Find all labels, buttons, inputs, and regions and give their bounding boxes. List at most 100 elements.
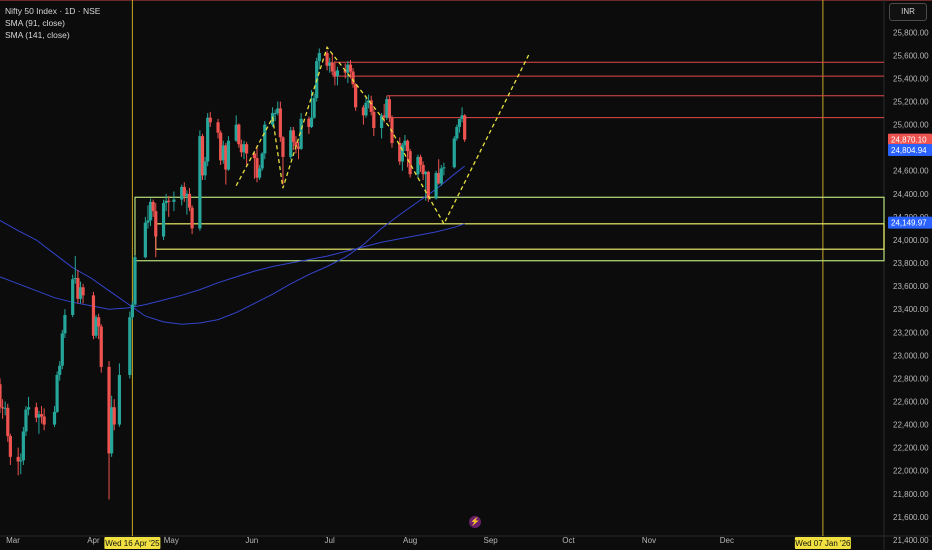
date-marker-label: Wed 07 Jan '26 (795, 539, 851, 548)
sma-91-badge-text: 24,804.94 (891, 146, 927, 155)
x-tick-label: Dec (720, 536, 734, 545)
y-tick-label: 25,200.00 (893, 98, 929, 107)
candle-body (60, 333, 64, 366)
candle-body (426, 171, 430, 199)
candle-body (208, 117, 212, 123)
candle-body (151, 201, 155, 212)
candle-body (418, 156, 423, 165)
candle-body (97, 317, 101, 327)
candle-body (71, 279, 75, 315)
candle-body (312, 98, 316, 118)
candle-body (63, 314, 67, 334)
green-support-zone (134, 196, 885, 262)
candle-body (203, 161, 207, 176)
candle-body (273, 113, 277, 115)
y-tick-label: 25,400.00 (893, 74, 929, 83)
x-tick-label: Nov (642, 536, 656, 545)
candle-body (6, 407, 10, 437)
y-tick-label: 23,200.00 (893, 328, 929, 337)
sma-lines (0, 165, 466, 325)
x-tick-label: Apr (87, 536, 100, 545)
currency-button[interactable]: INR (889, 3, 927, 21)
x-tick-label: Oct (562, 536, 575, 545)
candle-body (237, 124, 241, 145)
candle-body (143, 222, 147, 258)
candle-body (351, 71, 355, 85)
candle-body (260, 153, 264, 169)
y-tick-label: 24,600.00 (893, 167, 929, 176)
x-tick-label: Sep (484, 536, 499, 545)
candle-body (154, 211, 158, 237)
y-tick-label: 21,400.00 (893, 536, 929, 545)
x-axis[interactable]: Mar Apr May Jun Jul Aug Sep Oct Nov Dec Wed 16 Apr… (6, 536, 851, 549)
y-tick-label: 22,800.00 (893, 374, 929, 383)
sma-141-line (0, 223, 465, 310)
y-tick-label: 23,000.00 (893, 351, 929, 360)
candle-body (291, 130, 295, 142)
legend-sma-91[interactable]: SMA (91, close) (5, 18, 65, 29)
legend-title[interactable]: Nifty 50 Index · 1D · NSE (5, 6, 100, 17)
lightning-icon[interactable]: ⚡ (469, 516, 481, 528)
zones (134, 61, 885, 262)
candle-body (354, 84, 358, 108)
x-tick-label: Jun (245, 536, 258, 545)
y-tick-label: 22,600.00 (893, 397, 929, 406)
candle-body (206, 117, 210, 162)
date-marker-label: Wed 16 Apr '25 (105, 539, 160, 548)
candle-body (387, 99, 391, 118)
price-chart[interactable]: 21,400.00 21,600.00 21,800.00 22,000.00 22,2… (0, 0, 932, 550)
candle-body (463, 115, 467, 140)
candle-body (42, 416, 46, 425)
candle-body (257, 168, 262, 178)
candle-body (452, 138, 456, 168)
y-tick-label: 21,800.00 (893, 490, 929, 499)
candle-body (8, 436, 12, 457)
y-tick-label: 22,400.00 (893, 421, 929, 430)
candle-body (405, 140, 410, 152)
legend-sma-141[interactable]: SMA (141, close) (5, 30, 70, 41)
candle-body (457, 118, 462, 127)
candle-body (281, 137, 285, 157)
candle-body (146, 220, 150, 223)
x-tick-label: Mar (6, 536, 20, 545)
candle-body (24, 409, 28, 432)
y-tick-label: 25,600.00 (893, 51, 929, 60)
x-tick-label: Aug (403, 536, 417, 545)
candle-body (81, 287, 85, 296)
candle-body (58, 365, 62, 375)
y-axis[interactable]: 21,400.00 21,600.00 21,800.00 22,000.00 22,2… (893, 28, 929, 545)
y-tick-label: 24,000.00 (893, 236, 929, 245)
sma-91-line (0, 165, 466, 325)
candle-body (99, 326, 103, 367)
candle-body (167, 200, 171, 202)
candle-body (52, 411, 57, 425)
candle-body (226, 140, 231, 170)
x-tick-label: Jul (325, 536, 335, 545)
y-tick-label: 21,600.00 (893, 513, 929, 522)
sma-141-badge-text: 24,149.97 (891, 219, 927, 228)
y-tick-label: 22,000.00 (893, 467, 929, 476)
y-tick-label: 25,800.00 (893, 28, 929, 37)
x-tick-label: May (164, 536, 179, 545)
candle-body (245, 144, 249, 154)
candle-body (455, 126, 459, 139)
y-tick-label: 25,000.00 (893, 121, 929, 130)
candle-body (0, 384, 2, 408)
chart-root: { "legend": { "title": "Nifty 50 Index ·… (0, 0, 932, 550)
candle-body (117, 374, 122, 425)
candles (0, 48, 467, 500)
candle-body (348, 64, 353, 72)
candle-body (112, 407, 116, 425)
candle-body (372, 111, 376, 129)
candle-body (19, 460, 23, 462)
y-tick-label: 22,200.00 (893, 444, 929, 453)
candle-body (317, 53, 321, 62)
last-price-badge-text: 24,870.10 (891, 136, 927, 145)
yellow-support-zone (155, 223, 885, 250)
candle-body (55, 374, 59, 412)
candle-body (21, 431, 25, 461)
candle-body (216, 122, 220, 133)
candle-body (187, 193, 192, 208)
candle-body (190, 207, 194, 229)
candle-body (39, 414, 44, 417)
